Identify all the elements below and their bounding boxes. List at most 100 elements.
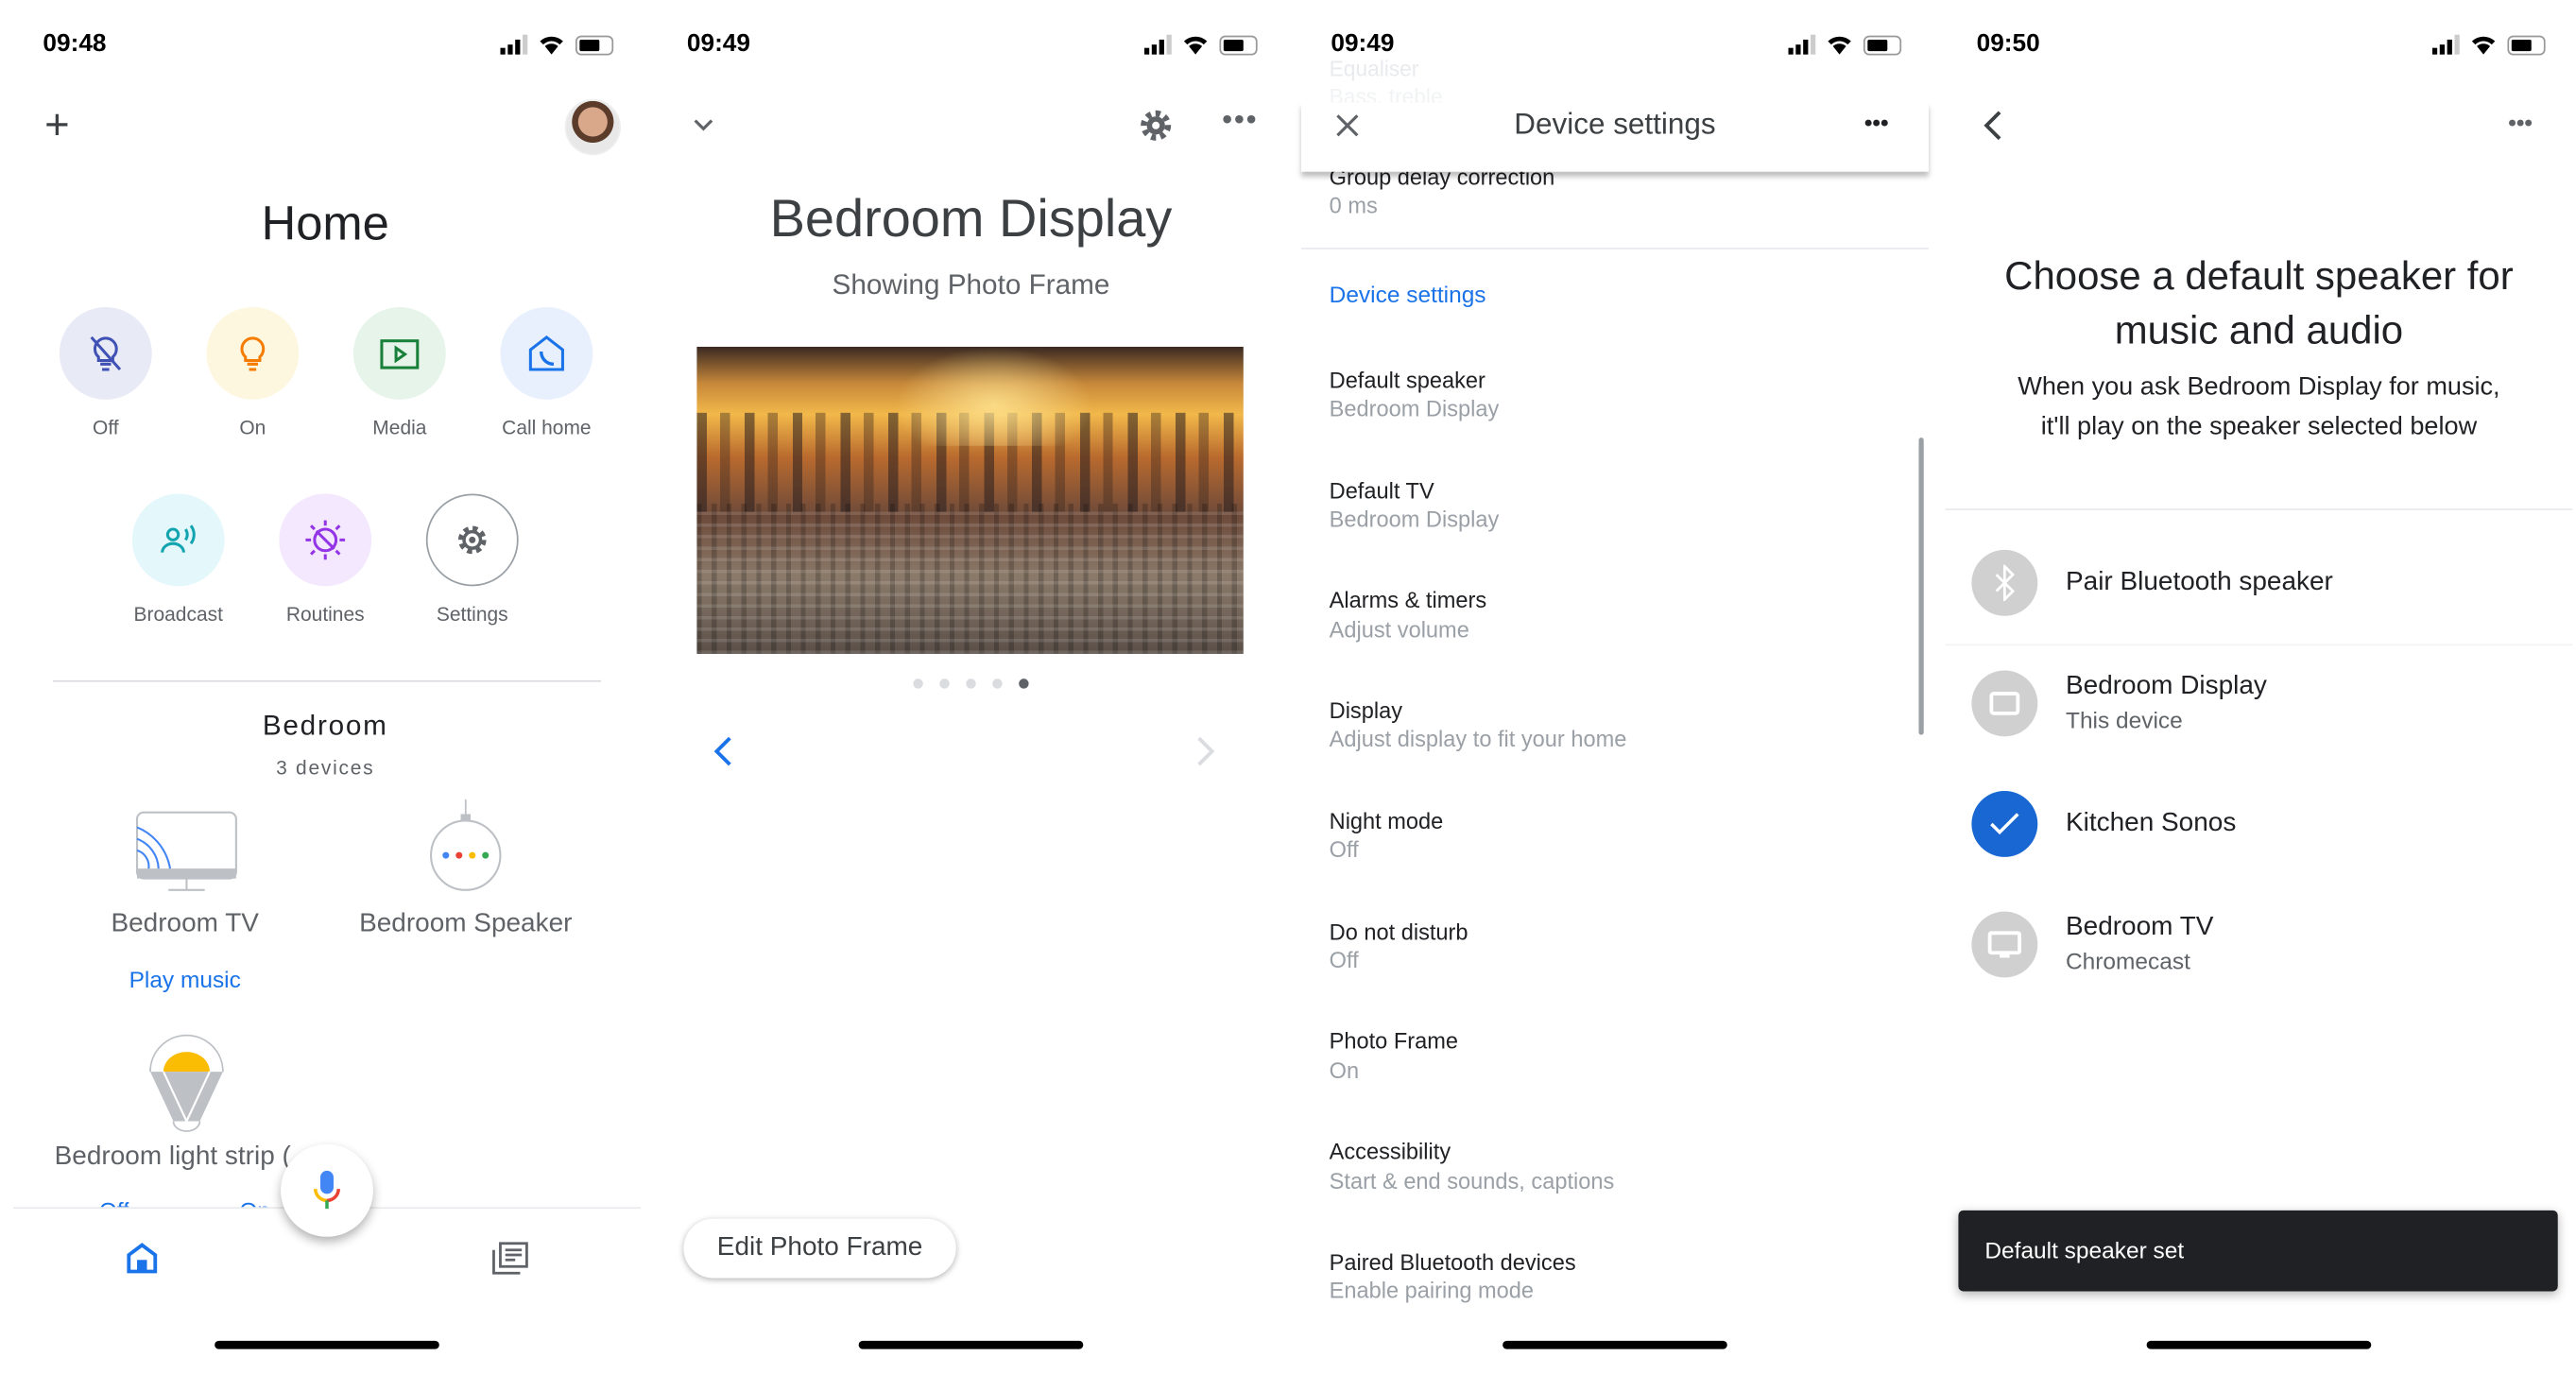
speaker-sub: Chromecast — [2065, 948, 2190, 974]
status-icons — [500, 34, 614, 56]
home-indicator — [1503, 1340, 1727, 1349]
call-home-icon — [528, 335, 564, 371]
pair-bluetooth-label[interactable]: Pair Bluetooth speaker — [2066, 568, 2333, 597]
assistant-mic-button[interactable] — [281, 1143, 373, 1237]
edit-photo-frame-button[interactable]: Edit Photo Frame — [683, 1218, 956, 1279]
on-button[interactable] — [206, 307, 300, 400]
faded-setting-title: Equaliser — [1329, 56, 1419, 81]
speaker-sub: This device — [2065, 706, 2183, 733]
setting-paired-bluetooth[interactable]: Paired Bluetooth devices — [1330, 1250, 1576, 1275]
more-options-icon[interactable]: ••• — [2508, 109, 2533, 135]
room-name: Bedroom — [262, 710, 388, 742]
group-delay-value: 0 ms — [1329, 193, 1378, 218]
feed-tab-icon[interactable] — [492, 1242, 528, 1275]
more-options-icon[interactable]: ••• — [1864, 109, 1889, 135]
divider — [1945, 508, 2573, 510]
setting-default-speaker[interactable]: Default speaker — [1330, 369, 1485, 393]
speaker-name[interactable]: Bedroom Display — [2066, 672, 2267, 701]
broadcast-label: Broadcast — [133, 602, 223, 627]
setting-value: Enable pairing mode — [1329, 1278, 1535, 1303]
home-indicator — [215, 1340, 439, 1349]
call-home-button[interactable] — [500, 307, 593, 400]
setting-value: Bedroom Display — [1329, 507, 1500, 532]
setting-display[interactable]: Display — [1330, 698, 1402, 723]
play-music-link[interactable]: Play music — [129, 966, 241, 992]
chevron-down-icon[interactable] — [692, 117, 714, 133]
setting-value: Start & end sounds, captions — [1329, 1169, 1615, 1194]
setting-do-not-disturb[interactable]: Do not disturb — [1330, 919, 1468, 944]
setting-value: Off — [1329, 948, 1359, 973]
photo-frame-image — [696, 346, 1244, 654]
light-off-icon — [90, 335, 122, 371]
off-label: Off — [93, 416, 119, 439]
status-time: 09:49 — [1331, 29, 1395, 59]
broadcast-icon — [161, 524, 196, 553]
device-name-tv[interactable]: Bedroom TV — [111, 910, 258, 939]
setting-value: Bedroom Display — [1329, 396, 1500, 421]
device-subtitle: Showing Photo Frame — [832, 268, 1110, 301]
page-title: Home — [261, 198, 389, 251]
media-button[interactable] — [352, 307, 446, 400]
screenshot-collage: 09:48 + Home Off On Media Call home Broa… — [0, 0, 2576, 1374]
microphone-icon — [314, 1170, 340, 1210]
snackbar: Default speaker set — [1958, 1210, 2558, 1292]
on-label: On — [239, 416, 266, 439]
play-screen-icon — [380, 339, 420, 369]
back-arrow-icon[interactable] — [1982, 109, 2004, 142]
device-name-speaker[interactable]: Bedroom Speaker — [359, 910, 572, 939]
check-icon — [1971, 791, 2038, 857]
speaker-name[interactable]: Bedroom TV — [2066, 913, 2213, 942]
device-title: Bedroom Display — [769, 188, 1173, 249]
carousel-dot[interactable] — [966, 678, 976, 689]
more-options-icon[interactable]: ••• — [1222, 102, 1258, 137]
speaker-name[interactable]: Kitchen Sonos — [2066, 809, 2236, 838]
setting-photo-frame[interactable]: Photo Frame — [1330, 1029, 1458, 1054]
carousel-dot[interactable] — [992, 678, 1003, 689]
bluetooth-icon — [1971, 549, 2038, 616]
tv-device-icon[interactable] — [132, 809, 241, 898]
settings-button[interactable] — [425, 493, 519, 587]
divider — [1945, 644, 2573, 646]
setting-night-mode[interactable]: Night mode — [1330, 809, 1444, 833]
status-icons — [2431, 34, 2546, 56]
avatar[interactable] — [564, 98, 622, 156]
routines-label: Routines — [285, 602, 365, 627]
heading-line-2: music and audio — [2114, 308, 2404, 353]
header-title: Device settings — [1514, 107, 1716, 141]
home-tab-icon[interactable] — [126, 1242, 159, 1275]
divider — [1300, 248, 1929, 249]
next-arrow-icon[interactable] — [1195, 735, 1215, 768]
light-strip-icon[interactable] — [148, 1032, 224, 1134]
carousel-dot-active[interactable] — [1019, 678, 1029, 689]
setting-alarms-timers[interactable]: Alarms & timers — [1330, 588, 1486, 612]
setting-value: Adjust volume — [1329, 617, 1469, 643]
status-icons — [1788, 34, 1902, 56]
routines-button[interactable] — [279, 493, 372, 587]
status-time: 09:48 — [43, 29, 107, 59]
gear-icon[interactable] — [1138, 108, 1174, 144]
setting-value: Adjust display to fit your home — [1329, 726, 1627, 752]
speaker-device-icon[interactable] — [426, 799, 506, 895]
scrollbar[interactable] — [1918, 438, 1924, 735]
status-icons — [1143, 34, 1258, 56]
setting-value: Off — [1329, 836, 1359, 863]
heading-line-1: Choose a default speaker for — [2004, 254, 2514, 300]
subtitle-line-1: When you ask Bedroom Display for music, — [2018, 372, 2500, 402]
subtitle-line-2: it'll play on the speaker selected below — [2040, 412, 2478, 441]
section-title: Device settings — [1329, 281, 1486, 308]
device-name-light-strip[interactable]: Bedroom light strip ( — [55, 1142, 302, 1172]
setting-value: On — [1329, 1058, 1360, 1084]
previous-arrow-icon[interactable] — [713, 735, 733, 768]
close-icon[interactable] — [1336, 114, 1359, 137]
media-label: Media — [372, 416, 427, 439]
add-icon[interactable]: + — [44, 102, 70, 145]
home-indicator — [858, 1340, 1084, 1349]
call-home-label: Call home — [502, 416, 592, 439]
setting-default-tv[interactable]: Default TV — [1330, 479, 1434, 504]
setting-accessibility[interactable]: Accessibility — [1330, 1140, 1451, 1164]
tv-icon — [1971, 911, 2038, 978]
carousel-dot[interactable] — [939, 678, 950, 689]
broadcast-button[interactable] — [131, 493, 225, 587]
off-button[interactable] — [59, 307, 152, 400]
carousel-dot[interactable] — [913, 678, 923, 689]
